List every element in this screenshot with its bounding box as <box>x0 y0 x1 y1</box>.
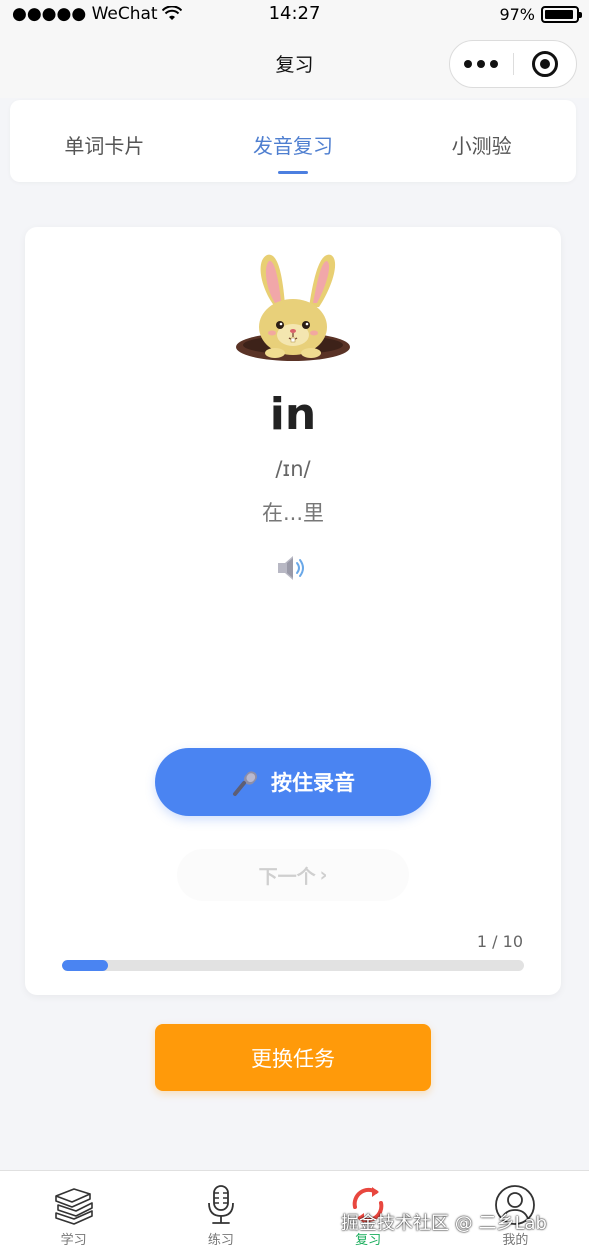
tabbar-label-study: 学习 <box>60 1233 87 1248</box>
phonetic-transcription: /ɪn/ <box>275 457 311 481</box>
battery-percent: 97% <box>499 5 535 24</box>
tab-pronunciation-review[interactable]: 发音复习 <box>199 100 388 182</box>
progress-counter: 1 / 10 <box>476 932 523 951</box>
battery-icon <box>541 6 582 23</box>
pronunciation-card: in /ɪn/ 在...里 按住录音 下一个 › 1 / 10 <box>25 227 561 995</box>
speaker-icon[interactable] <box>276 554 310 582</box>
watermark-text: 掘金技术社区 @ 二乡Lab <box>341 1213 547 1234</box>
books-icon <box>54 1188 93 1225</box>
mini-program-capsule <box>449 40 577 88</box>
record-button-label: 按住录音 <box>271 771 355 795</box>
battery-status: 97% <box>499 5 582 24</box>
more-menu-button[interactable] <box>450 60 513 68</box>
tabbar-label-practice: 练习 <box>207 1233 234 1248</box>
next-button[interactable]: 下一个 › <box>177 849 409 901</box>
progress-bar-fill <box>62 960 109 971</box>
microphone-icon <box>207 1185 234 1224</box>
next-button-label: 下一个 <box>258 865 316 888</box>
chevron-right-icon: › <box>319 864 328 886</box>
word-meaning: 在...里 <box>261 501 325 525</box>
tab-quiz[interactable]: 小测验 <box>387 100 576 182</box>
review-word: in <box>269 389 317 440</box>
tabbar-item-study[interactable]: 学习 <box>0 1171 147 1252</box>
microphone-icon <box>233 771 257 796</box>
status-bar: ●●●●● WeChat 14:27 97% <box>0 0 589 30</box>
battery-fill <box>545 10 574 19</box>
tab-word-cards[interactable]: 单词卡片 <box>10 100 199 182</box>
hold-to-record-button[interactable]: 按住录音 <box>155 748 431 816</box>
navigation-bar: 复习 <box>0 30 589 98</box>
progress-bar <box>62 960 524 971</box>
review-tabs: 单词卡片 发音复习 小测验 <box>10 100 576 182</box>
rabbit-mascot-image <box>236 254 350 361</box>
target-icon <box>531 51 558 77</box>
close-mini-program-button[interactable] <box>514 51 577 77</box>
tabbar-item-practice[interactable]: 练习 <box>147 1171 294 1252</box>
change-task-button[interactable]: 更换任务 <box>155 1024 431 1091</box>
